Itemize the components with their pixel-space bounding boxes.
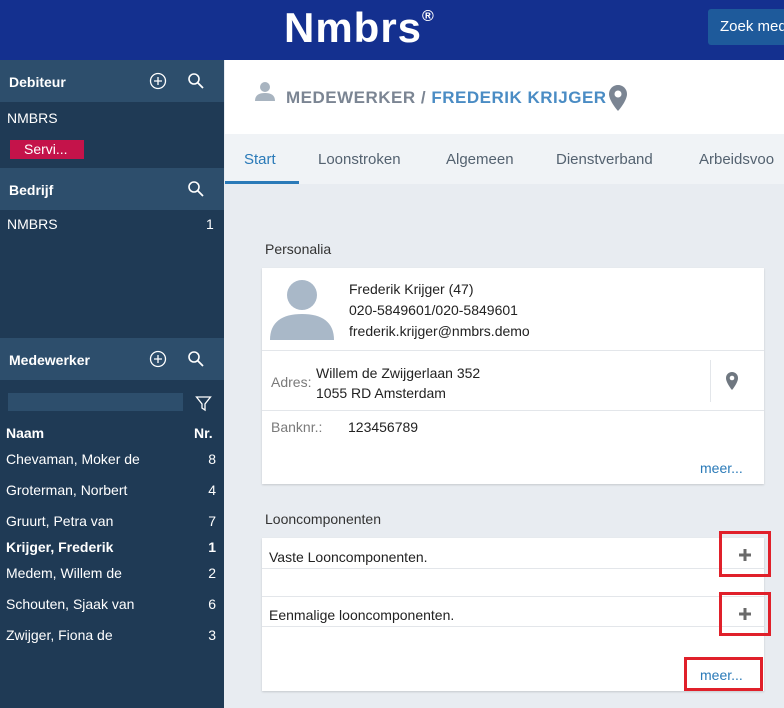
employee-email[interactable]: frederik.krijger@nmbrs.demo — [349, 323, 530, 339]
tab-algemeen[interactable]: Algemeen — [446, 151, 514, 168]
divider — [262, 410, 764, 411]
tab-arbeidsvoorwaarden[interactable]: Arbeidsvoo — [699, 151, 774, 168]
bank-number: 123456789 — [348, 419, 419, 435]
avatar — [270, 280, 334, 340]
column-header-nr[interactable]: Nr. — [194, 425, 213, 441]
employee-row[interactable]: Schouten, Sjaak van 6 — [6, 596, 216, 616]
debiteur-title: Debiteur — [9, 74, 66, 90]
add-circle-icon[interactable] — [149, 350, 167, 368]
active-tab-indicator — [225, 181, 299, 184]
address-label: Adres: — [271, 374, 312, 390]
divider — [262, 350, 764, 351]
breadcrumb-section[interactable]: MEDEWERKER — [286, 88, 416, 107]
employee-row-selected[interactable]: Krijger, Frederik 1 — [6, 539, 216, 559]
divider — [262, 626, 764, 627]
divider — [262, 596, 764, 597]
medewerker-title: Medewerker — [9, 352, 90, 368]
employee-filter-input[interactable] — [8, 393, 183, 411]
address-line2: 1055 RD Amsterdam — [316, 385, 446, 401]
bedrijf-name[interactable]: NMBRS — [7, 216, 58, 232]
search-employee-button[interactable]: Zoek med — [708, 9, 784, 45]
debiteur-name[interactable]: NMBRS — [7, 110, 58, 126]
column-header-name[interactable]: Naam — [6, 425, 44, 441]
tab-loonstroken[interactable]: Loonstroken — [318, 151, 401, 168]
bedrijf-title: Bedrijf — [9, 182, 54, 198]
add-eenmalige-looncomponent-icon[interactable] — [738, 607, 752, 621]
looncomponenten-more-link[interactable]: meer... — [700, 667, 743, 683]
eenmalige-looncomponenten-label: Eenmalige looncomponenten. — [269, 607, 455, 623]
filter-icon[interactable] — [195, 395, 212, 412]
breadcrumb-employee[interactable]: FREDERIK KRIJGER — [431, 88, 606, 107]
employee-phone[interactable]: 020-5849601/020-5849601 — [349, 302, 518, 318]
bank-label: Banknr.: — [271, 419, 323, 435]
employee-row[interactable]: Chevaman, Moker de 8 — [6, 451, 216, 471]
divider — [262, 568, 764, 569]
employee-row[interactable]: Groterman, Norbert 4 — [6, 482, 216, 502]
vaste-looncomponenten-label: Vaste Looncomponenten. — [269, 549, 428, 565]
personalia-more-link[interactable]: meer... — [700, 460, 743, 476]
tab-start[interactable]: Start — [244, 151, 276, 168]
search-icon[interactable] — [187, 72, 205, 90]
add-circle-icon[interactable] — [149, 72, 167, 90]
location-pin-icon[interactable] — [608, 84, 628, 112]
employee-row[interactable]: Medem, Willem de 2 — [6, 565, 216, 585]
breadcrumb: MEDEWERKER / FREDERIK KRIJGER — [286, 88, 607, 107]
address-line1: Willem de Zwijgerlaan 352 — [316, 365, 481, 381]
bedrijf-count: 1 — [206, 216, 214, 232]
service-badge[interactable]: Servi... — [10, 140, 84, 159]
employee-name: Frederik Krijger (47) — [349, 281, 474, 297]
looncomponenten-heading: Looncomponenten — [265, 511, 381, 527]
search-icon[interactable] — [187, 180, 205, 198]
employee-row[interactable]: Zwijger, Fiona de 3 — [6, 627, 216, 647]
user-icon — [255, 82, 275, 101]
nmbrs-logo[interactable]: Nmbrs® — [284, 4, 435, 52]
divider — [710, 360, 711, 402]
location-pin-icon[interactable] — [725, 371, 739, 391]
add-vaste-looncomponent-icon[interactable] — [738, 548, 752, 562]
personalia-heading: Personalia — [265, 241, 332, 257]
tab-dienstverband[interactable]: Dienstverband — [556, 151, 653, 168]
search-icon[interactable] — [187, 350, 205, 368]
employee-row[interactable]: Gruurt, Petra van 7 — [6, 513, 216, 533]
